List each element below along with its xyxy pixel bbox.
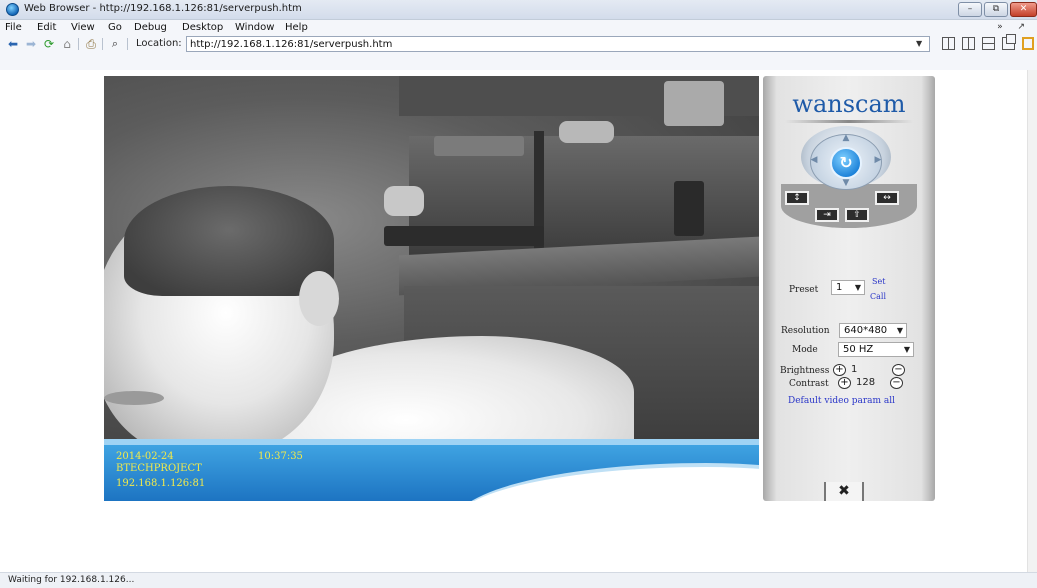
osd-ip-address: 192.168.1.126:81	[116, 478, 206, 489]
chevron-down-icon[interactable]: ▼	[916, 39, 922, 48]
pan-up-icon[interactable]: ▲	[841, 133, 851, 143]
minimize-button[interactable]: –	[958, 2, 982, 17]
contrast-increase-button[interactable]: +	[838, 377, 851, 389]
binoculars-icon[interactable]: ⌕	[108, 37, 122, 51]
menu-window[interactable]: Window	[235, 22, 274, 33]
preset-select-value: 1	[836, 282, 843, 293]
brand-divider	[785, 120, 913, 123]
osd-time: 10:37:35	[258, 451, 303, 462]
preset-select[interactable]: 1 ▼	[831, 280, 865, 295]
resolution-label: Resolution	[781, 326, 830, 336]
contrast-value: 128	[856, 377, 876, 388]
pan-left-icon[interactable]: ◀	[809, 155, 819, 165]
osd-date: 2014-02-24	[116, 451, 174, 462]
pan-down-icon[interactable]: ▼	[841, 178, 851, 188]
menu-go[interactable]: Go	[108, 22, 122, 33]
print-icon[interactable]: ⎙	[84, 37, 98, 51]
chevron-down-icon: ▼	[903, 345, 910, 354]
brightness-increase-button[interactable]: +	[833, 364, 846, 376]
osd-camera-name: BTECHPROJECT	[116, 463, 202, 474]
resolution-select[interactable]: 640*480 ▼	[839, 323, 907, 338]
contrast-label: Contrast	[789, 379, 829, 389]
contrast-decrease-button[interactable]: −	[890, 377, 903, 389]
camera-video-feed	[104, 76, 759, 439]
menu-view[interactable]: View	[71, 22, 95, 33]
menu-desktop[interactable]: Desktop	[182, 22, 223, 33]
chevron-down-icon: ▼	[896, 326, 903, 335]
brightness-label: Brightness	[780, 366, 830, 376]
toolbar-separator	[78, 38, 79, 50]
chevron-down-icon: ▼	[854, 283, 861, 292]
title-bar: Web Browser - http://192.168.1.126:81/se…	[0, 0, 1037, 20]
pan-right-icon[interactable]: ▶	[873, 155, 883, 165]
menu-overflow-icon[interactable]: » ↗	[997, 22, 1031, 32]
location-label: Location:	[136, 38, 182, 49]
mode-select[interactable]: 50 HZ ▼	[838, 342, 914, 357]
resolution-select-value: 640*480	[844, 325, 888, 336]
toolbar-separator	[127, 38, 128, 50]
forward-arrow-icon[interactable]: ➡	[24, 37, 38, 51]
video-shelf-object	[434, 136, 524, 156]
preset-set-link[interactable]: Set	[872, 277, 885, 286]
video-person-mouth	[104, 391, 164, 405]
brightness-value: 1	[851, 364, 858, 375]
menu-edit[interactable]: Edit	[37, 22, 56, 33]
status-text: Waiting for 192.168.1.126...	[8, 575, 135, 585]
layout-columns-icon[interactable]	[962, 37, 975, 50]
video-shelf-object	[384, 226, 544, 246]
cascade-windows-icon[interactable]	[1002, 34, 1016, 50]
info-bar-curve	[454, 463, 759, 501]
close-button[interactable]: ✕	[1010, 2, 1037, 17]
back-arrow-icon[interactable]: ⬅	[6, 37, 20, 51]
camera-info-bar: 2014-02-24 10:37:35 BTECHPROJECT 192.168…	[104, 439, 759, 501]
video-person-ear	[299, 271, 339, 326]
home-icon[interactable]: ⌂	[60, 37, 74, 51]
browser-globe-icon	[6, 3, 19, 16]
nav-toolbar: ⬅ ➡ ⟳ ⌂ ⎙ ⌕ Location: http://192.168.1.1…	[0, 34, 1037, 70]
layout-grid-icon[interactable]	[942, 37, 955, 50]
toolbar-separator	[102, 38, 103, 50]
video-shelf-object	[674, 181, 704, 236]
preset-call-link[interactable]: Call	[870, 292, 886, 301]
highlight-frame-icon[interactable]	[1022, 37, 1034, 50]
layout-rows-icon[interactable]	[982, 37, 995, 50]
menu-debug[interactable]: Debug	[134, 22, 167, 33]
mode-label: Mode	[792, 345, 818, 355]
mode-select-value: 50 HZ	[843, 344, 874, 355]
video-person-hair	[124, 186, 334, 296]
cruise-horizontal-button[interactable]: ⇧	[845, 208, 869, 222]
menu-help[interactable]: Help	[285, 22, 308, 33]
menu-file[interactable]: File	[5, 22, 22, 33]
menu-bar: File Edit View Go Debug Desktop Window H…	[0, 20, 1037, 36]
default-video-params-link[interactable]: Default video param all	[788, 396, 895, 406]
scrollbar[interactable]	[1027, 70, 1037, 572]
tools-icon[interactable]: ✖	[824, 482, 864, 501]
brand-logo: wanscam	[792, 90, 906, 118]
horizontal-flip-button[interactable]: ↔	[875, 191, 899, 205]
refresh-icon[interactable]: ⟳	[42, 37, 56, 51]
center-rotate-icon[interactable]: ↻	[830, 147, 862, 179]
location-input[interactable]: http://192.168.1.126:81/serverpush.htm	[186, 36, 930, 52]
cruise-vertical-button[interactable]: ⇥	[815, 208, 839, 222]
preset-label: Preset	[789, 285, 819, 295]
video-shelf-object	[559, 121, 614, 143]
video-shelf-object	[384, 186, 424, 216]
status-bar: Waiting for 192.168.1.126...	[0, 572, 1037, 588]
camera-control-panel: wanscam ▲ ▼ ◀ ▶ ↻ ↕ ↔ ⇥ ⇧ Preset 1 ▼ Set…	[763, 76, 935, 501]
brightness-decrease-button[interactable]: −	[892, 364, 905, 376]
video-shelf-object	[664, 81, 724, 126]
window-title: Web Browser - http://192.168.1.126:81/se…	[24, 3, 302, 14]
maximize-button[interactable]: ⧉	[984, 2, 1008, 17]
vertical-flip-button[interactable]: ↕	[785, 191, 809, 205]
